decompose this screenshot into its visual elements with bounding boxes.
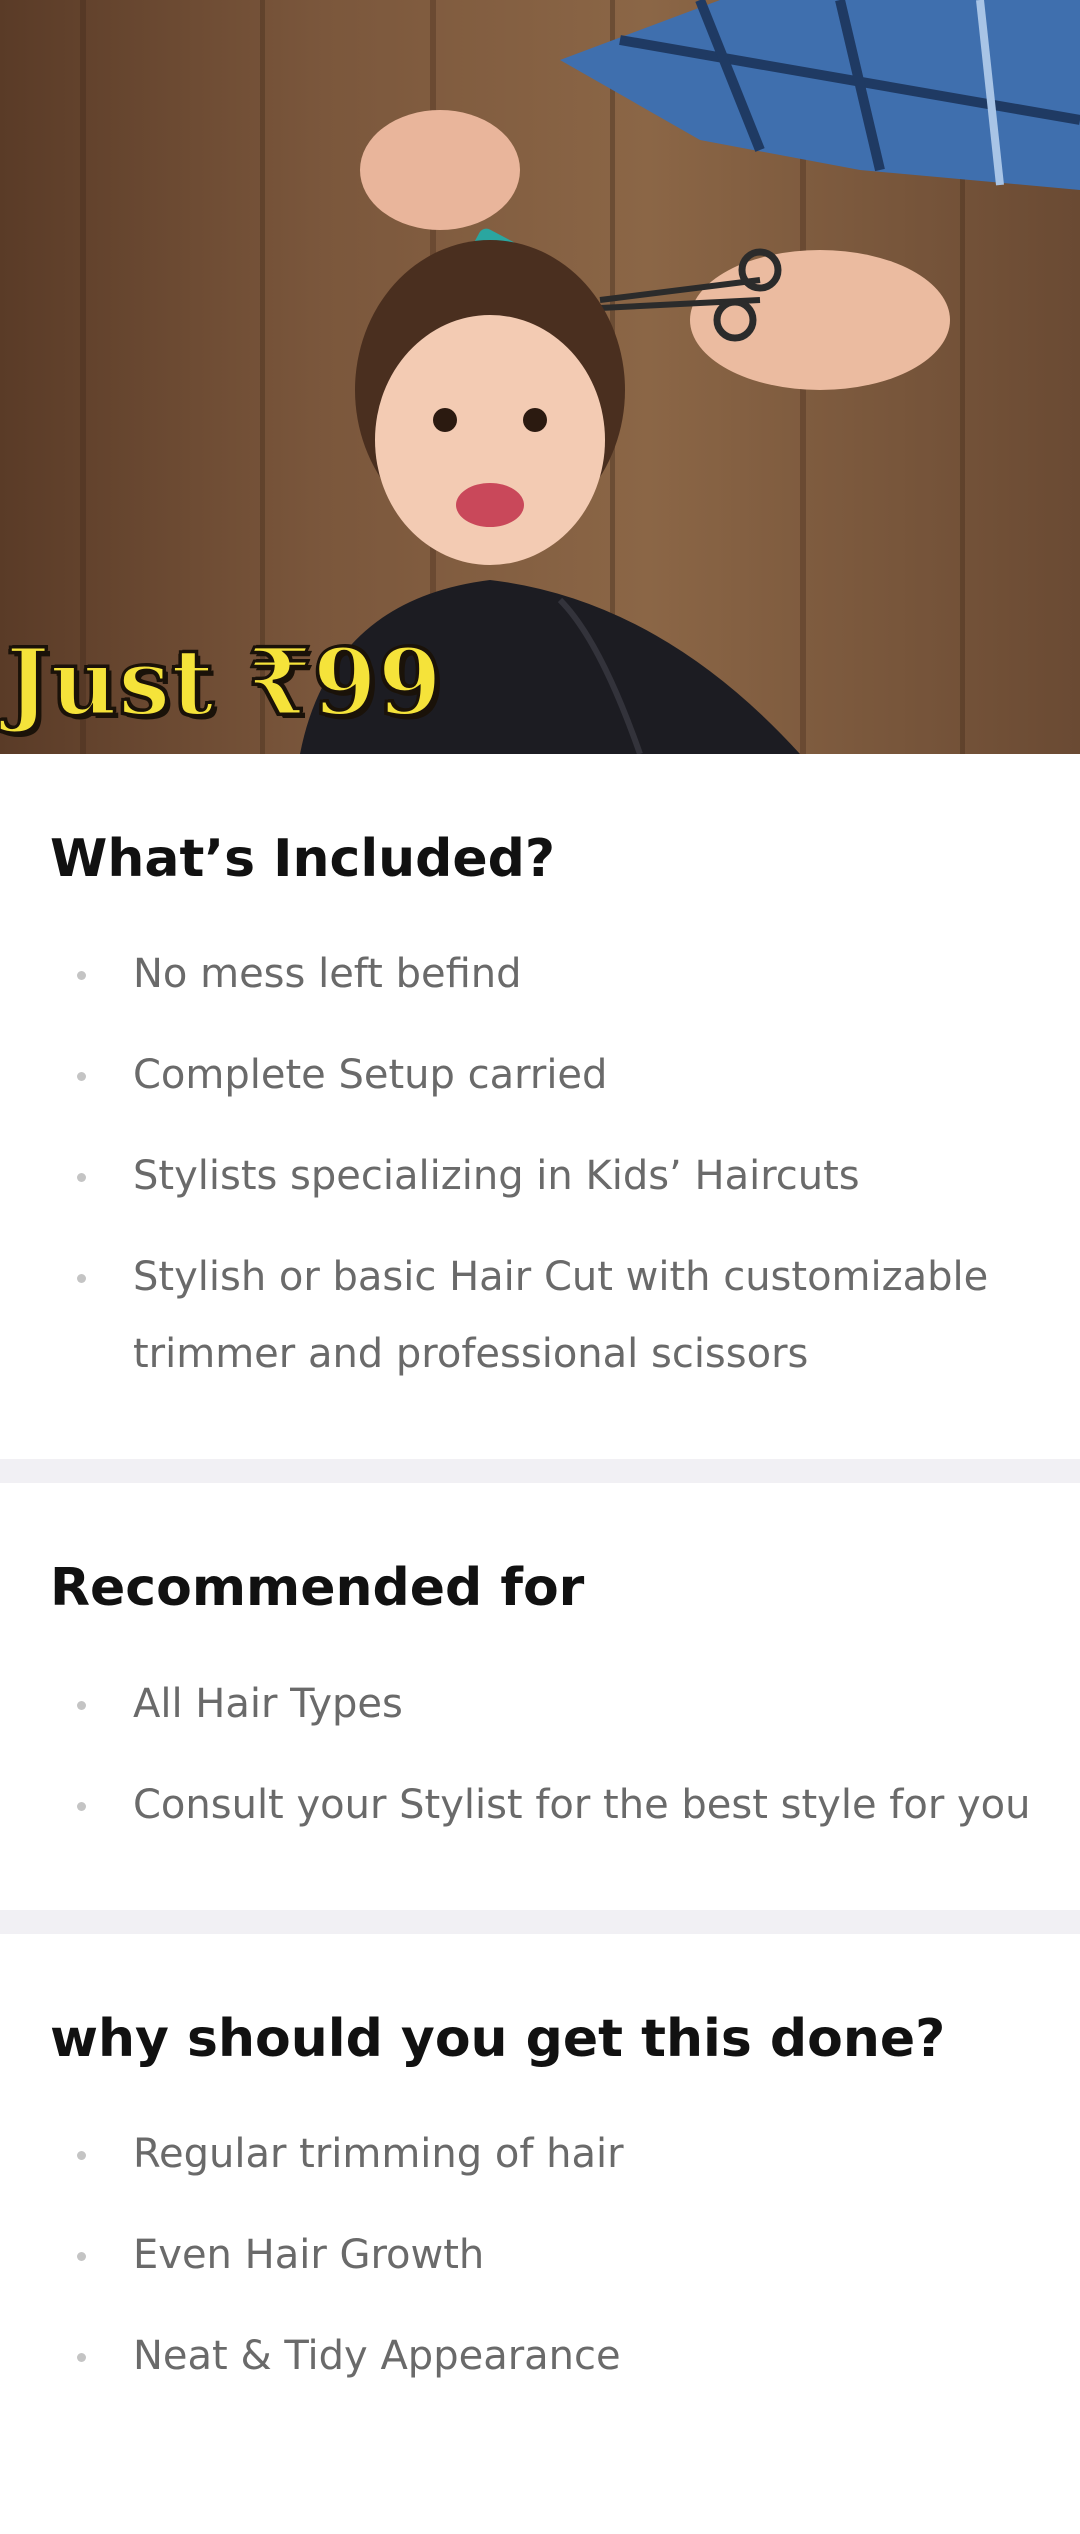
list-item-text: Stylish or basic Hair Cut with customiza… (133, 1254, 989, 1378)
section-divider (0, 1909, 1080, 1934)
list-item-text: Complete Setup carried (133, 1052, 608, 1099)
list-item-text: Regular trimming of hair (133, 2131, 624, 2178)
list-item: Stylists specializing in Kids’ Haircuts (50, 1138, 1030, 1215)
section-title: why should you get this done? (50, 2008, 946, 2069)
section-whats-included: What’s Included? No mess left befind Com… (0, 754, 1080, 1460)
recommended-list: All Hair Types Consult your Stylist for … (50, 1666, 1030, 1844)
list-item-text: Even Hair Growth (133, 2232, 485, 2279)
included-list: No mess left befind Complete Setup carri… (50, 936, 1030, 1393)
list-item-text: No mess left befind (133, 951, 522, 998)
list-item: Neat & Tidy Appearance (50, 2318, 1030, 2395)
bullet-icon (77, 1700, 86, 1710)
bullet-icon (77, 2252, 86, 2262)
list-item-text: Stylists specializing in Kids’ Haircuts (133, 1153, 860, 1200)
list-item: Regular trimming of hair (50, 2116, 1030, 2193)
section-title: Recommended for (50, 1558, 585, 1619)
bullet-icon (77, 971, 86, 981)
bullet-icon (77, 1274, 86, 1284)
list-item-text: All Hair Types (133, 1680, 403, 1727)
promo-price-overlay: Just ₹99 (5, 628, 444, 736)
bullet-icon (77, 1173, 86, 1183)
section-title: What’s Included? (50, 829, 556, 889)
list-item: Stylish or basic Hair Cut with customiza… (50, 1239, 1030, 1393)
bullet-icon (77, 1801, 86, 1811)
benefits-list: Regular trimming of hair Even Hair Growt… (50, 2116, 1030, 2395)
hero-banner: Just ₹99 (0, 0, 1080, 754)
bullet-icon (77, 1072, 86, 1082)
section-divider (0, 1459, 1080, 1484)
bullet-icon (77, 2151, 86, 2161)
section-recommended-for: Recommended for All Hair Types Consult y… (0, 1483, 1080, 1910)
list-item-text: Consult your Stylist for the best style … (133, 1781, 1031, 1828)
bullet-icon (77, 2353, 86, 2363)
list-item: Complete Setup carried (50, 1037, 1030, 1114)
list-item: All Hair Types (50, 1666, 1030, 1743)
section-why-get-this-done: why should you get this done? Regular tr… (0, 1933, 1080, 2462)
list-item: No mess left befind (50, 936, 1030, 1013)
list-item: Consult your Stylist for the best style … (50, 1767, 1030, 1844)
list-item: Even Hair Growth (50, 2217, 1030, 2294)
list-item-text: Neat & Tidy Appearance (133, 2333, 621, 2380)
